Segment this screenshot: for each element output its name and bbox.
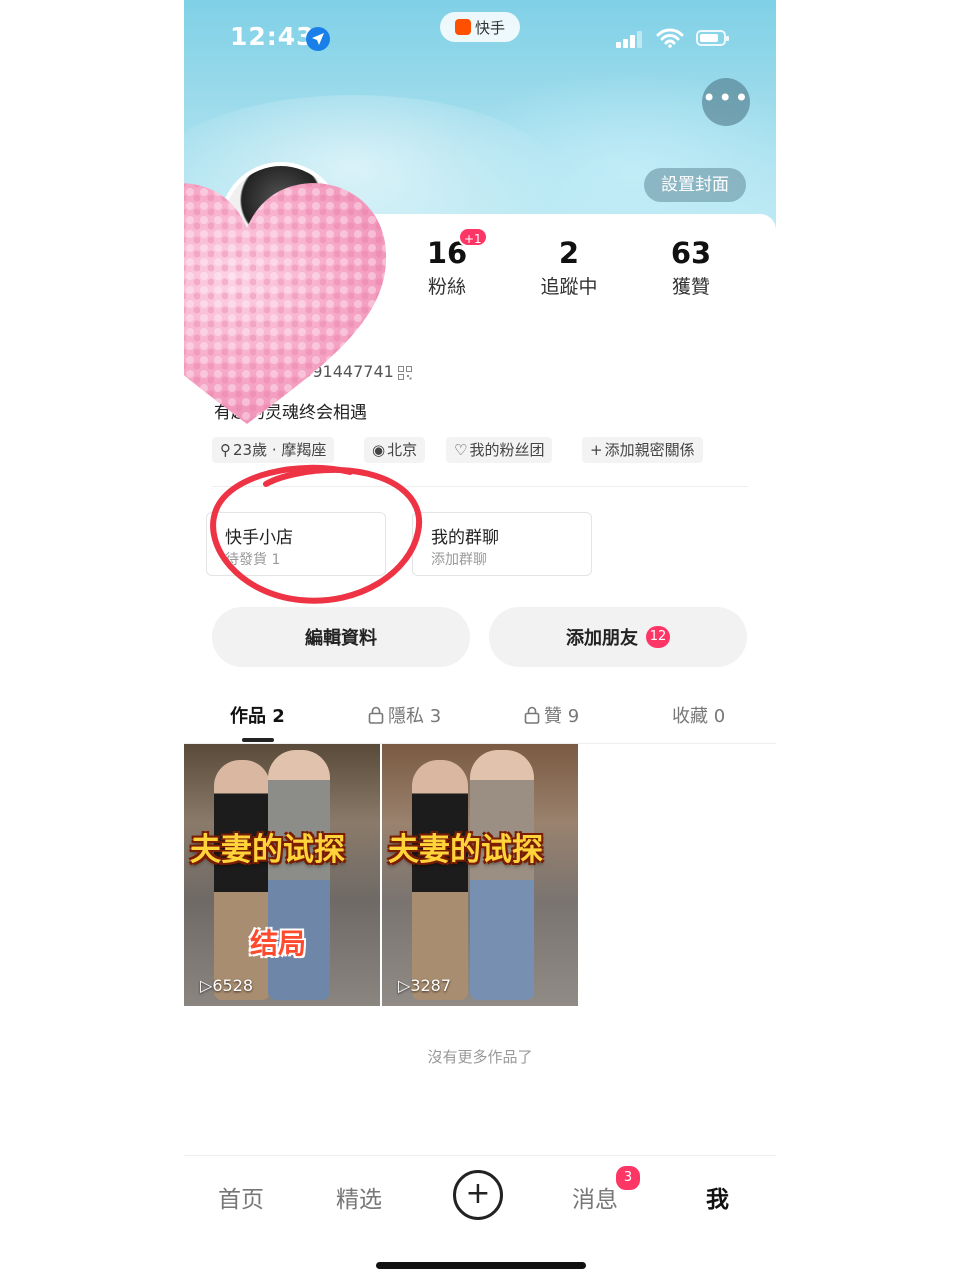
heart-sticker bbox=[184, 183, 387, 424]
nav-me[interactable]: 我 bbox=[706, 1180, 729, 1214]
tag-label: 23歲 · 摩羯座 bbox=[233, 441, 327, 459]
tab-label: 作品 bbox=[230, 706, 266, 727]
stat-label: 粉絲 bbox=[427, 276, 466, 298]
tag-label: 我的粉丝团 bbox=[469, 441, 545, 459]
tab-count: 2 bbox=[272, 706, 285, 727]
tag-label: 添加親密關係 bbox=[604, 441, 695, 459]
location-icon: ◉ bbox=[372, 441, 386, 459]
video-title: 夫妻的试探 bbox=[388, 832, 543, 868]
person-figure bbox=[412, 760, 468, 1000]
new-followers-badge: +1 bbox=[458, 227, 488, 247]
stat-value: 63 bbox=[670, 236, 712, 270]
tag-fan-group[interactable]: ♡ 我的粉丝团 bbox=[446, 437, 553, 463]
messages-badge: 3 bbox=[614, 1164, 642, 1192]
lock-icon bbox=[524, 706, 540, 724]
person-figure bbox=[268, 750, 330, 1000]
qr-code-icon[interactable] bbox=[398, 366, 412, 380]
red-circle-annotation bbox=[210, 464, 423, 604]
video-tag: 结局 bbox=[250, 927, 307, 960]
status-time: 12:43 bbox=[230, 22, 315, 51]
nav-featured[interactable]: 精选 bbox=[336, 1180, 382, 1214]
home-indicator[interactable] bbox=[376, 1262, 586, 1269]
wifi-icon bbox=[656, 28, 684, 48]
active-tab-indicator bbox=[242, 738, 274, 742]
add-friend-button[interactable]: 添加朋友 12 bbox=[489, 607, 747, 667]
tab-label: 隱私 bbox=[388, 706, 424, 727]
lock-icon bbox=[368, 706, 384, 724]
person-figure bbox=[470, 750, 534, 1000]
stat-following[interactable]: 2 追蹤中 bbox=[514, 236, 624, 299]
more-options-button[interactable]: ••• bbox=[702, 78, 750, 126]
tab-count: 3 bbox=[429, 706, 442, 727]
set-cover-button[interactable]: 設置封面 bbox=[644, 168, 746, 202]
tab-private[interactable]: 隱私 3 bbox=[368, 702, 441, 728]
video-thumbnail[interactable]: 夫妻的试探 结局 ▷6528 bbox=[184, 744, 380, 1006]
tag-location[interactable]: ◉ 北京 bbox=[364, 437, 426, 463]
tag-age-zodiac[interactable]: ⚲ 23歲 · 摩羯座 bbox=[212, 437, 335, 463]
add-friend-label: 添加朋友 bbox=[566, 628, 638, 649]
nav-home[interactable]: 首页 bbox=[218, 1180, 264, 1214]
stat-likes[interactable]: 63 獲贊 bbox=[636, 236, 746, 299]
no-more-works-text: 沒有更多作品了 bbox=[427, 1048, 533, 1066]
location-arrow-icon bbox=[306, 27, 330, 51]
tab-works[interactable]: 作品 2 bbox=[230, 702, 285, 728]
view-count: ▷6528 bbox=[200, 976, 254, 995]
entry-title: 我的群聊 bbox=[431, 528, 499, 548]
phone-screen: 12:43 快手 ••• 設置封面 16 粉絲 2 追蹤中 63 獲贊 +1 2… bbox=[184, 0, 776, 1280]
signal-icon bbox=[616, 31, 642, 48]
view-count: ▷3287 bbox=[398, 976, 452, 995]
tab-label: 贊 bbox=[544, 706, 562, 727]
tab-count: 0 bbox=[713, 706, 726, 727]
tab-label: 收藏 bbox=[672, 706, 708, 727]
stat-label: 追蹤中 bbox=[540, 276, 598, 298]
create-post-button[interactable]: + bbox=[453, 1170, 503, 1220]
plus-icon: + bbox=[590, 441, 603, 459]
nav-messages[interactable]: 消息 bbox=[572, 1180, 618, 1214]
tab-favorites[interactable]: 收藏 0 bbox=[672, 702, 725, 728]
friend-request-badge: 12 bbox=[646, 626, 670, 648]
tag-label: 北京 bbox=[387, 441, 418, 459]
tab-count: 9 bbox=[567, 706, 580, 727]
tag-add-relationship[interactable]: + 添加親密關係 bbox=[582, 437, 703, 463]
battery-icon bbox=[696, 30, 729, 46]
tab-liked[interactable]: 贊 9 bbox=[524, 702, 579, 728]
person-figure bbox=[214, 760, 270, 1000]
video-thumbnail[interactable]: 夫妻的试探 ▷3287 bbox=[382, 744, 578, 1006]
profile-stats: 16 粉絲 2 追蹤中 63 獲贊 bbox=[392, 236, 762, 306]
video-title: 夫妻的试探 bbox=[190, 832, 345, 868]
fan-group-icon: ♡ bbox=[454, 441, 468, 459]
kuaishou-logo-icon bbox=[454, 19, 471, 35]
app-indicator[interactable]: 快手 bbox=[440, 12, 520, 42]
stat-followers[interactable]: 16 粉絲 bbox=[392, 236, 502, 299]
edit-profile-label: 編輯資料 bbox=[305, 628, 377, 649]
search-icon: ⚲ bbox=[220, 441, 231, 459]
stat-label: 獲贊 bbox=[671, 276, 710, 298]
group-chat-entry[interactable]: 我的群聊 添加群聊 bbox=[412, 512, 592, 576]
content-tabs: 作品 2 隱私 3 贊 9 收藏 0 bbox=[184, 690, 776, 742]
view-count-value: 3287 bbox=[410, 976, 452, 995]
app-name: 快手 bbox=[474, 18, 505, 37]
edit-profile-button[interactable]: 編輯資料 bbox=[212, 607, 470, 667]
entry-subtitle: 添加群聊 bbox=[431, 552, 487, 568]
view-count-value: 6528 bbox=[212, 976, 254, 995]
bottom-nav: 首页 精选 + 消息 3 我 bbox=[184, 1155, 776, 1236]
stat-value: 2 bbox=[558, 236, 580, 270]
